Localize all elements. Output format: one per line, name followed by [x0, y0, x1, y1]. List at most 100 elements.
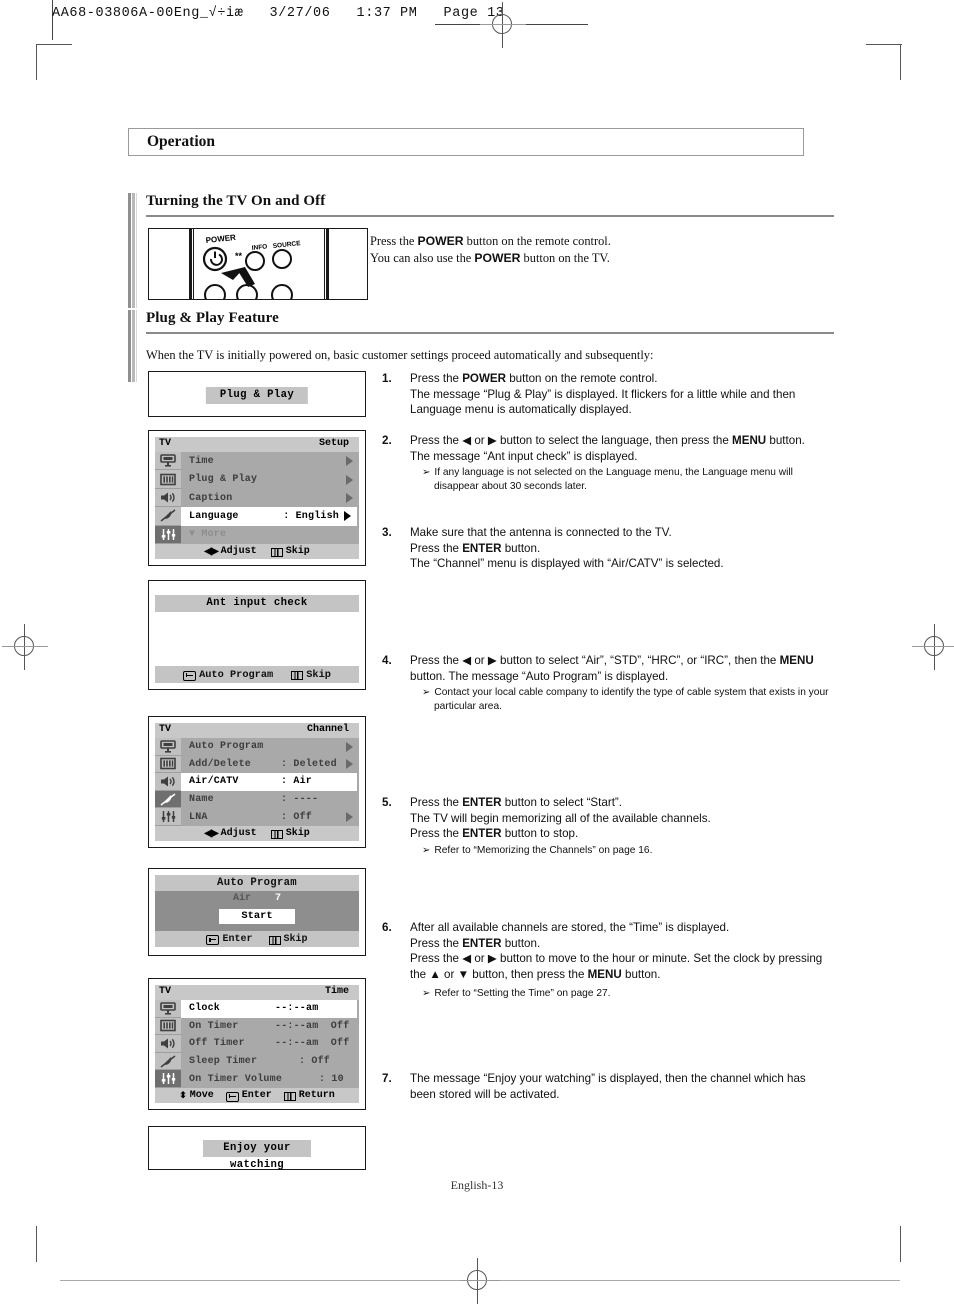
menu-button-icon: [283, 1092, 296, 1101]
footer-adjust-label: Adjust: [220, 546, 257, 557]
step-7: 7. The message “Enjoy your watching” is …: [382, 1071, 834, 1102]
channel-antenna-icon[interactable]: [155, 1053, 181, 1071]
footer-move[interactable]: ⬍ Move: [179, 1090, 214, 1101]
footer-skip[interactable]: Skip: [270, 546, 310, 557]
footer-adjust[interactable]: ◀▶ Adjust: [204, 828, 256, 840]
auto-program-footer: Enter Skip: [155, 931, 359, 947]
menu-row[interactable]: Sleep Timer : Off: [181, 1053, 359, 1071]
menu-row[interactable]: Name : ----: [181, 791, 359, 809]
step-4: 4. Press the ◀ or ▶ button to select “Ai…: [382, 653, 834, 713]
footer-skip[interactable]: Skip: [270, 828, 310, 839]
menu-row-label: Sleep Timer: [189, 1056, 258, 1068]
osd-ant-check-footer: Auto Program Skip: [155, 666, 359, 683]
footer-enter[interactable]: Enter: [206, 934, 253, 945]
step-line: The TV will begin memorizing all of the …: [410, 811, 711, 825]
step-line: Make sure that the antenna is connected …: [410, 526, 672, 539]
footer-skip[interactable]: Skip: [291, 669, 331, 681]
section-accent-bars: [128, 193, 137, 308]
osd-plug-play-message: Plug & Play: [148, 371, 366, 417]
osd-auto-program: Auto Program Air 7 Start Enter Skip: [148, 868, 366, 956]
footer-return[interactable]: Return: [283, 1090, 335, 1101]
enter-button-icon: [225, 1091, 239, 1102]
footer-enter[interactable]: Enter: [225, 1090, 272, 1102]
picture-input-icon[interactable]: [155, 738, 181, 756]
footer-skip-label: Skip: [285, 828, 310, 839]
footer-skip-label: Skip: [283, 933, 308, 945]
step-number: 3.: [382, 526, 392, 539]
footer-skip[interactable]: Skip: [268, 933, 308, 945]
note-arrow-icon: ➢: [422, 844, 431, 856]
picture-bars-icon[interactable]: [155, 1018, 181, 1036]
sound-speaker-icon[interactable]: [155, 773, 181, 791]
crop-mark-bottom-h-left: [60, 1280, 460, 1281]
registration-mark-bottom: [455, 1258, 501, 1304]
step-5: 5. Press the ENTER button to select “Sta…: [382, 795, 834, 857]
channel-menu-footer: ◀▶ Adjust Skip: [155, 826, 359, 841]
menu-row-label: On Timer: [189, 1020, 239, 1032]
menu-row-label: Name: [189, 794, 214, 806]
sound-speaker-icon[interactable]: [155, 1035, 181, 1053]
step-number: 6.: [382, 921, 392, 934]
osd-enjoy-text: Enjoy your watching: [203, 1140, 311, 1171]
menu-row-more[interactable]: ▼ More: [181, 526, 359, 544]
menu-row-selected[interactable]: Air/CATV : Air: [181, 773, 357, 791]
channel-menu-icon-column: [155, 738, 181, 826]
menu-row[interactable]: LNA : Off: [181, 808, 359, 826]
menu-row[interactable]: Auto Program: [181, 738, 359, 756]
tt-l1-pre: Press the: [370, 234, 418, 248]
setup-menu: TV Setup Time Plug & Play Caption Langua…: [155, 437, 359, 559]
menu-row-value: : 10: [319, 1073, 344, 1085]
section-rule-2: [146, 332, 834, 334]
plug-play-intro: When the TV is initially powered on, bas…: [146, 348, 654, 362]
channel-antenna-icon[interactable]: [155, 507, 181, 526]
menu-row[interactable]: On Timer Volume : 10: [181, 1070, 359, 1088]
setup-sliders-icon[interactable]: [155, 1070, 181, 1088]
auto-program-start-button[interactable]: Start: [219, 909, 295, 924]
footer-move-label: Move: [189, 1090, 214, 1101]
step-1: 1. Press the POWER button on the remote …: [382, 371, 834, 418]
menu-row-label: Caption: [189, 492, 233, 504]
menu-row[interactable]: Off Timer --:--am Off: [181, 1035, 359, 1053]
channel-menu-header: TV Channel: [155, 723, 359, 738]
menu-row[interactable]: Add/Delete : Deleted: [181, 756, 359, 774]
enter-button-icon: [183, 670, 197, 681]
menu-row-value: --:--am Off: [275, 1020, 350, 1032]
chevron-right-icon: [346, 759, 353, 770]
menu-row-value: : Deleted: [281, 758, 337, 770]
menu-button-icon: [291, 671, 304, 680]
crop-mark-bottom-h-right: [500, 1280, 900, 1281]
step-6: 6. After all available channels are stor…: [382, 920, 834, 1001]
channel-antenna-icon[interactable]: [155, 790, 181, 809]
menu-row[interactable]: On Timer --:--am Off: [181, 1018, 359, 1036]
auto-program-body: Air 7 Start: [155, 891, 359, 931]
footer-adjust[interactable]: ◀▶ Adjust: [204, 546, 256, 558]
setup-sliders-icon[interactable]: [155, 525, 181, 545]
menu-row[interactable]: Plug & Play: [181, 470, 359, 488]
picture-bars-icon[interactable]: [155, 756, 181, 774]
auto-program-panel: Auto Program Air 7 Start Enter Skip: [155, 875, 359, 949]
menu-row[interactable]: Caption: [181, 489, 359, 507]
step-text: Press the ◀ or ▶ button to select the la…: [410, 433, 834, 493]
section-title-2: Plug & Play Feature: [146, 310, 279, 326]
setup-menu-title: Setup: [318, 438, 349, 449]
footer-auto-program[interactable]: Auto Program: [183, 669, 273, 681]
picture-input-icon[interactable]: [155, 1000, 181, 1018]
menu-row-selected[interactable]: Language : English: [181, 507, 357, 526]
tt-l2-post: button on the TV.: [520, 251, 610, 265]
osd-ant-input-check: Ant input check Auto Program Skip: [148, 580, 366, 690]
sound-speaker-icon[interactable]: [155, 489, 181, 508]
time-menu-icon-column: [155, 1000, 181, 1088]
osd-enjoy-watching: Enjoy your watching: [148, 1126, 366, 1171]
note-text: Contact your local cable company to iden…: [434, 687, 829, 712]
osd-channel-menu: TV Channel Auto Program Add/Delete: Del…: [148, 716, 366, 848]
menu-row-selected[interactable]: Clock --:--am: [181, 1000, 357, 1018]
setup-sliders-icon[interactable]: [155, 808, 181, 826]
registration-mark-left: [2, 624, 48, 670]
auto-program-air-value: 7: [275, 893, 282, 904]
menu-row-label: LNA: [189, 811, 208, 823]
menu-row[interactable]: Time: [181, 452, 359, 470]
menu-row-label: Language: [189, 510, 239, 522]
picture-input-icon[interactable]: [155, 452, 181, 471]
step-line: After all available channels are stored,…: [410, 921, 730, 934]
picture-bars-icon[interactable]: [155, 470, 181, 489]
